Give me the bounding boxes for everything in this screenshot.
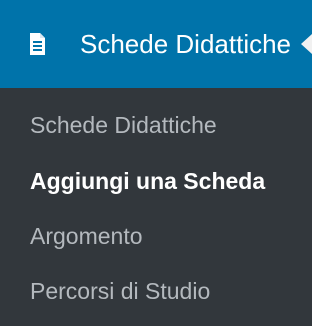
menu-header-label: Schede Didattiche <box>80 29 292 59</box>
submenu-item-percorsi-di-studio[interactable]: Percorsi di Studio <box>30 277 210 305</box>
submenu-item-argomento[interactable]: Argomento <box>30 222 143 250</box>
active-menu-arrow-indicator <box>301 34 312 54</box>
document-icon <box>30 33 45 55</box>
submenu-item-schede-didattiche[interactable]: Schede Didattiche <box>30 111 217 139</box>
menu-header-schede-didattiche[interactable]: Schede Didattiche <box>0 0 312 88</box>
admin-sidebar-menu: Schede Didattiche Schede Didattiche Aggi… <box>0 0 312 326</box>
submenu: Schede Didattiche Aggiungi una Scheda Ar… <box>0 88 312 326</box>
submenu-item-aggiungi-una-scheda[interactable]: Aggiungi una Scheda <box>30 167 265 195</box>
